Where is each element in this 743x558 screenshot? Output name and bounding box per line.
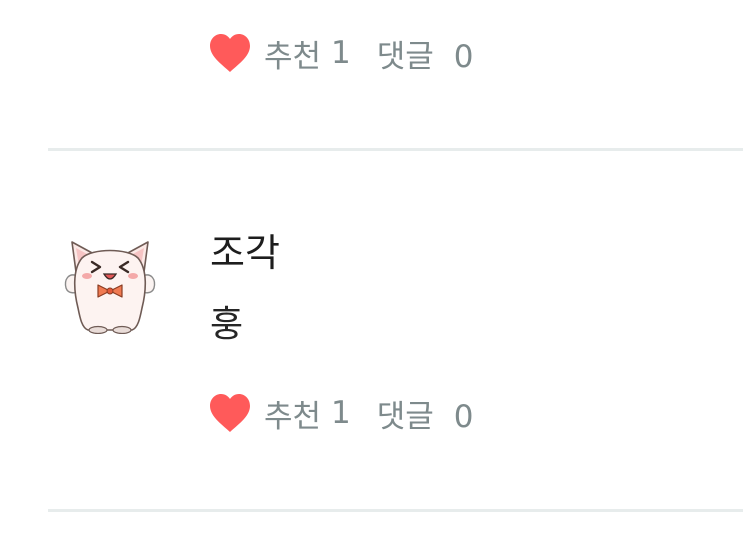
like-label: 추천 bbox=[264, 38, 322, 75]
divider bbox=[48, 148, 743, 151]
comment-author[interactable]: 조각 bbox=[210, 229, 280, 277]
avatar[interactable] bbox=[62, 236, 158, 334]
comment-actions: 추천 1 댓글 0 bbox=[208, 31, 473, 75]
like-button[interactable]: 추천 1 bbox=[208, 31, 351, 76]
comment-text: 훙 bbox=[210, 304, 244, 345]
reply-count: 0 bbox=[453, 38, 474, 75]
like-count: 1 bbox=[331, 395, 351, 431]
reply-label: 댓글 bbox=[376, 38, 434, 75]
heart-icon bbox=[210, 34, 250, 72]
reply-count: 0 bbox=[453, 398, 474, 435]
reply-button[interactable]: 댓글 0 bbox=[377, 31, 474, 76]
comment-actions: 추천 1 댓글 0 bbox=[208, 391, 473, 435]
like-label: 추천 bbox=[264, 398, 322, 435]
comment-list: 추천 1 댓글 0 조각 훙 추천 1 댓글 0 bbox=[0, 0, 743, 558]
like-button[interactable]: 추천 1 bbox=[208, 391, 351, 436]
reply-label: 댓글 bbox=[376, 398, 434, 435]
reply-button[interactable]: 댓글 0 bbox=[377, 391, 474, 436]
like-count: 1 bbox=[331, 35, 351, 71]
divider bbox=[48, 509, 743, 512]
heart-icon bbox=[210, 394, 250, 432]
